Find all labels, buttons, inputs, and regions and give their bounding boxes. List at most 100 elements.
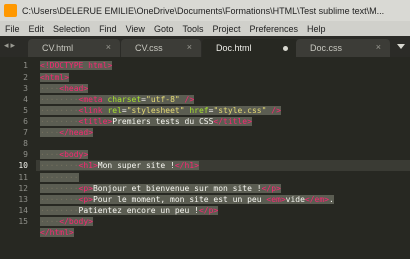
code-token: /> — [271, 106, 281, 115]
menu-goto[interactable]: Goto — [154, 24, 174, 34]
tab-doc-html[interactable]: Doc.html — [202, 39, 298, 57]
tab-nav-arrows-icon[interactable]: ◂▸ — [4, 40, 17, 51]
line-number: 9 — [23, 150, 28, 159]
line-number: 12 — [18, 184, 28, 193]
menu-tools[interactable]: Tools — [182, 24, 203, 34]
code-line[interactable]: <html> — [40, 72, 69, 83]
code-token: ········ — [40, 206, 79, 215]
unsaved-dot-icon[interactable] — [283, 46, 288, 51]
tab-overflow-chevron-icon[interactable] — [397, 44, 405, 49]
code-token: <html> — [40, 73, 69, 82]
line-number: 15 — [18, 217, 28, 226]
code-line[interactable]: ········<link rel="stylesheet" href="sty… — [40, 105, 281, 116]
code-line[interactable]: </html> — [40, 227, 74, 238]
code-token: </h1> — [174, 161, 199, 170]
code-token: ········ — [40, 117, 79, 126]
menu-bar: File Edit Selection Find View Goto Tools… — [0, 21, 410, 36]
sublime-app-icon — [4, 4, 17, 17]
line-number: 1 — [23, 61, 28, 70]
menu-selection[interactable]: Selection — [53, 24, 90, 34]
code-token: <!DOCTYPE html> — [40, 61, 113, 70]
code-line[interactable]: ········ — [40, 172, 79, 183]
menu-view[interactable]: View — [126, 24, 145, 34]
code-token: </p> — [198, 206, 219, 215]
code-token: ········ — [40, 173, 79, 182]
selection-highlight: ········<meta charset="utf-8" /> — [40, 95, 195, 104]
code-line[interactable]: ········<meta charset="utf-8" /> — [40, 94, 195, 105]
code-token: </html> — [40, 228, 74, 237]
selection-highlight: ········Patientez encore un peu !</p> — [40, 206, 219, 215]
code-line[interactable]: ····<body> — [40, 149, 89, 160]
line-number: 10 — [18, 161, 28, 170]
code-token: "style.css" — [213, 106, 267, 115]
tab-cv-html[interactable]: CV.html × — [28, 39, 120, 57]
selection-highlight: ········<p>Bonjour et bienvenue sur mon … — [40, 184, 281, 193]
line-number-gutter: 1 2 3 4 5 6 7 8 9 10 11 12 13 14 15 — [0, 57, 36, 259]
code-line[interactable]: ····<head> — [40, 83, 89, 94]
menu-preferences[interactable]: Preferences — [249, 24, 298, 34]
code-token: <em> — [266, 195, 286, 204]
code-line[interactable]: ····</body> — [40, 216, 93, 227]
code-token: <meta — [78, 95, 103, 104]
selection-highlight: </html> — [40, 228, 74, 237]
code-token: /> — [184, 95, 195, 104]
line-number: 8 — [23, 139, 28, 148]
line-number: 3 — [23, 84, 28, 93]
code-token: ···· — [40, 217, 60, 226]
code-token: ········ — [40, 184, 79, 193]
code-token: ···· — [40, 128, 60, 137]
menu-edit[interactable]: Edit — [29, 24, 45, 34]
selection-highlight: ········<h1>Mon super site !</h1> — [40, 161, 199, 170]
line-number: 14 — [18, 206, 28, 215]
code-token: ········ — [40, 195, 79, 204]
tab-cv-css[interactable]: CV.css × — [121, 39, 201, 57]
close-icon[interactable]: × — [106, 42, 111, 52]
code-token: Pour le moment, mon site est un peu — [92, 195, 267, 204]
code-token: </p> — [261, 184, 281, 193]
code-token: ········ — [40, 106, 79, 115]
line-number: 11 — [18, 173, 28, 182]
menu-project[interactable]: Project — [212, 24, 240, 34]
code-token: </em> — [304, 195, 329, 204]
line-number: 5 — [23, 106, 28, 115]
line-number: 13 — [18, 195, 28, 204]
code-token: Patientez encore un peu ! — [78, 206, 199, 215]
code-line[interactable]: ····</head> — [40, 127, 93, 138]
code-line[interactable]: ········<h1>Mon super site !</h1> — [40, 160, 199, 171]
code-token: href — [189, 106, 209, 115]
code-token: <head> — [59, 84, 89, 93]
code-token: <p> — [78, 195, 93, 204]
code-token: </head> — [59, 128, 93, 137]
menu-find[interactable]: Find — [99, 24, 117, 34]
menu-help[interactable]: Help — [307, 24, 326, 34]
selection-highlight: ····<head> — [40, 84, 89, 93]
code-token: <h1> — [78, 161, 98, 170]
tab-bar: ◂▸ CV.html × CV.css × Doc.html Doc.css × — [0, 36, 410, 57]
code-token: "stylesheet" — [126, 106, 185, 115]
code-token: ········ — [40, 95, 79, 104]
code-token: Bonjour et bienvenue sur mon site ! — [92, 184, 262, 193]
selection-highlight: ····</body> — [40, 217, 93, 226]
code-token: charset — [107, 95, 142, 104]
code-line[interactable]: ········Patientez encore un peu !</p> — [40, 205, 219, 216]
selection-highlight: ········ — [40, 173, 79, 182]
code-line[interactable]: <!DOCTYPE html> — [40, 60, 113, 71]
code-token: </title> — [213, 117, 252, 126]
tab-label: CV.html — [42, 43, 74, 53]
menu-file[interactable]: File — [5, 24, 20, 34]
code-token: Mon super site ! — [97, 161, 175, 170]
selection-highlight: ····</head> — [40, 128, 93, 137]
code-line[interactable]: ········<title>Premiers tests du CSS</ti… — [40, 116, 252, 127]
line-number: 7 — [23, 128, 28, 137]
close-icon[interactable]: × — [187, 42, 192, 52]
code-line[interactable]: ········<p>Pour le moment, mon site est … — [40, 194, 334, 205]
code-line[interactable]: ········<p>Bonjour et bienvenue sur mon … — [40, 183, 281, 194]
tab-doc-css[interactable]: Doc.css × — [296, 39, 390, 57]
line-number: 2 — [23, 73, 28, 82]
code-token: ···· — [40, 84, 60, 93]
line-number: 4 — [23, 95, 28, 104]
code-token: . — [329, 195, 334, 204]
code-editor[interactable]: 1 2 3 4 5 6 7 8 9 10 11 12 13 14 15 <!DOCTYPE html> <ht… — [0, 57, 410, 259]
code-token: Premiers tests du CSS — [112, 117, 214, 126]
close-icon[interactable]: × — [376, 42, 381, 52]
